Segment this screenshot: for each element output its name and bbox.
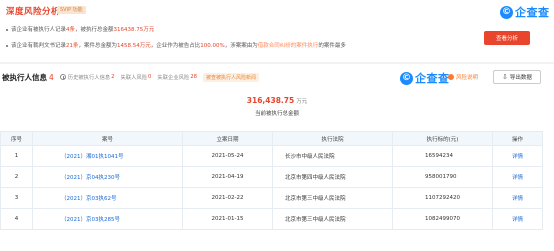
table-row: 4 （2021）京03执285号 2021-01-15 北京市第三中级人民法院 … (0, 208, 543, 230)
tab-history-executed[interactable]: 历史被执行人信息 2 (59, 73, 115, 81)
risk-explanation-link[interactable]: 风险说明 (448, 71, 478, 83)
header-filing-date: 立案日期 (182, 131, 273, 146)
court-name: 长沙市中级人民法院 (272, 145, 393, 167)
row-index: 1 (0, 145, 33, 167)
finding-count: 21条 (66, 43, 79, 49)
tab-lost-contact-person[interactable]: 失联人风险 0 (121, 73, 152, 81)
row-index: 3 (0, 187, 33, 209)
header-court: 执行法院 (272, 131, 393, 146)
risk-findings: 该企业有被执行人记录 4条 ，被执行总金额 316438.75万元 该企业有裁判文书记… (6, 22, 476, 54)
filing-date: 2021-01-15 (182, 208, 273, 230)
banner-title: 深度风险分析 (6, 7, 61, 17)
detail-link[interactable]: 详情 (492, 166, 543, 188)
finding-text: 该企业有被执行人记录 (11, 27, 67, 33)
execution-amount: 1107292420 (392, 187, 493, 209)
clock-icon (59, 74, 66, 80)
case-number-link[interactable]: （2021）湘01执1041号 (32, 145, 183, 167)
finding-text: ，案件总金额为 (78, 43, 118, 49)
table-header-row: 序号 案号 立案日期 执行法院 执行标的(元) 操作 (0, 131, 543, 146)
court-name: 北京市第三中级人民法院 (272, 208, 393, 230)
brand-name: 企查查 (415, 72, 450, 85)
view-analysis-button[interactable]: 查看分析 (484, 31, 530, 45)
filing-date: 2021-04-19 (182, 166, 273, 188)
section-divider (0, 62, 554, 64)
finding-cause: 借款合同纠纷的案件执行 (257, 43, 319, 49)
header-index: 序号 (0, 131, 33, 146)
brand-logo: © 企查查 (500, 4, 550, 20)
executed-records-table: 序号 案号 立案日期 执行法院 执行标的(元) 操作 1 （2021）湘01执1… (0, 131, 543, 230)
court-name: 北京市第四中级人民法院 (272, 166, 393, 188)
court-name: 北京市第三中级人民法院 (272, 187, 393, 209)
finding-text: 的案件最多 (318, 43, 346, 49)
header-action: 操作 (492, 131, 543, 146)
table-row: 1 （2021）湘01执1041号 2021-05-24 长沙市中级人民法院 1… (0, 145, 543, 167)
total-amount: 316,438.75 (246, 96, 295, 105)
tab-label: 历史被执行人信息 (67, 75, 111, 81)
detail-link[interactable]: 详情 (492, 145, 543, 167)
section-count: 4 (49, 72, 54, 82)
header-amount: 执行标的(元) (392, 131, 493, 146)
risk-dot-icon (448, 74, 454, 80)
brand-name: 企查查 (515, 6, 550, 19)
related-tabs: 历史被执行人信息 2 失联人风险 0 失联企业风险 28 被查被执行人风险新闻 (59, 72, 259, 82)
finding-text: ，被执行总金额 (75, 27, 114, 33)
execution-amount: 16594234 (392, 145, 493, 167)
total-amount-unit: 万元 (296, 99, 308, 105)
execution-amount: 1082499070 (392, 208, 493, 230)
tab-count: 2 (111, 74, 115, 80)
total-amount-summary: 316,438.75 万元 当前被执行总金额 (0, 96, 554, 117)
finding-count: 4条 (66, 27, 76, 33)
finding-percent: 100.00% (200, 43, 225, 49)
finding-amount: 1458.54万元 (117, 43, 151, 49)
table-row: 3 （2021）京03执62号 2021-02-22 北京市第三中级人民法院 1… (0, 187, 543, 209)
risk-news-tag[interactable]: 被查被执行人风险新闻 (202, 72, 259, 82)
brand-mark-icon: © (400, 71, 413, 85)
case-number-link[interactable]: （2021）京03执62号 (32, 187, 183, 209)
deep-risk-banner: 深度风险分析 SVIP 功能 © 企查查 该企业有被执行人记录 4条 ，被执行总金额… (0, 0, 554, 60)
case-number-link[interactable]: （2021）京04执230号 (32, 166, 183, 188)
tab-count: 28 (190, 74, 197, 80)
filing-date: 2021-02-22 (182, 187, 273, 209)
download-icon: ⇩ (502, 73, 508, 81)
finding-text: ，涉案案由为 (224, 43, 258, 49)
risk-label: 风险说明 (456, 75, 479, 81)
case-number-link[interactable]: （2021）京03执285号 (32, 208, 183, 230)
header-case-no: 案号 (32, 131, 183, 146)
row-index: 4 (0, 208, 33, 230)
row-index: 2 (0, 166, 33, 188)
filing-date: 2021-05-24 (182, 145, 273, 167)
finding-amount: 316438.75万元 (113, 27, 155, 33)
finding-text: ，企业作为被告占比 (150, 43, 201, 49)
tab-label: 失联企业风险 (157, 75, 190, 81)
detail-link[interactable]: 详情 (492, 208, 543, 230)
tab-label: 失联人风险 (120, 75, 148, 81)
tab-lost-contact-company[interactable]: 失联企业风险 28 (157, 73, 197, 81)
section-title: 被执行人信息 (2, 72, 47, 82)
executed-person-header: 被执行人信息 4 历史被执行人信息 2 失联人风险 0 失联企业风险 28 被查被执行… (0, 70, 259, 84)
table-row: 2 （2021）京04执230号 2021-04-19 北京市第四中级人民法院 … (0, 166, 543, 188)
brand-mark-icon: © (500, 5, 513, 19)
execution-amount: 958001790 (392, 166, 493, 188)
brand-logo-section: © 企查查 (400, 70, 450, 86)
export-data-button[interactable]: ⇩ 导出数据 (493, 70, 541, 84)
finding-executed-records: 该企业有被执行人记录 4条 ，被执行总金额 316438.75万元 (6, 22, 476, 38)
tab-count: 0 (148, 74, 152, 80)
svip-badge: SVIP 功能 (57, 6, 86, 14)
export-label: 导出数据 (509, 75, 532, 81)
finding-judgment-records: 该企业有裁判文书记录 21条 ，案件总金额为 1458.54万元 ，企业作为被告占比 10… (6, 38, 476, 54)
detail-link[interactable]: 详情 (492, 187, 543, 209)
finding-text: 该企业有裁判文书记录 (11, 43, 67, 49)
total-amount-caption: 当前被执行总金额 (254, 111, 299, 117)
